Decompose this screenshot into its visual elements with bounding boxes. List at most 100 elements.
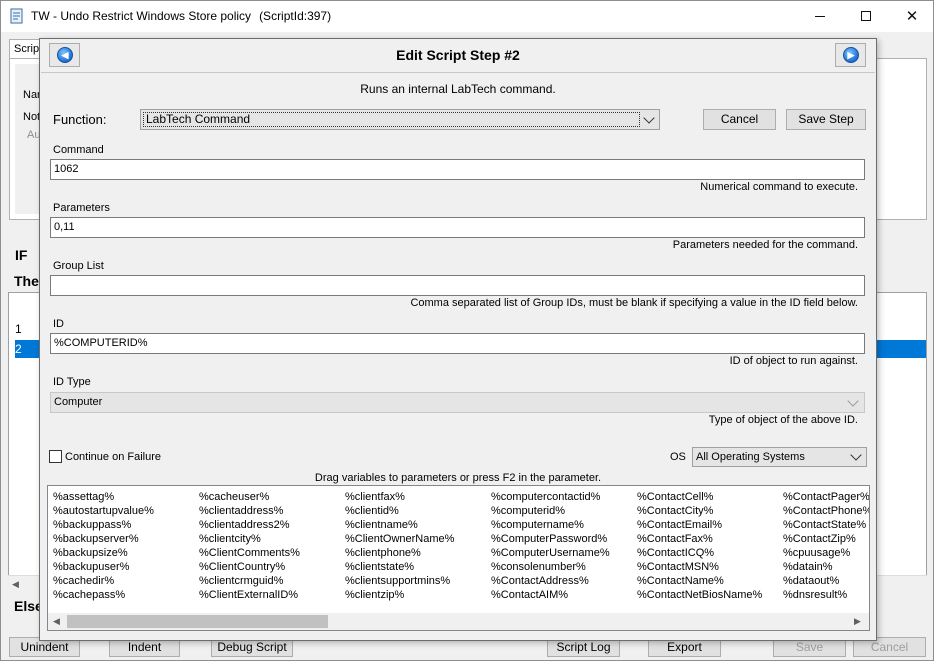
minimize-icon xyxy=(815,16,825,17)
edit-script-step-dialog: ◀ Edit Script Step #2 ▶ Runs an internal… xyxy=(39,38,877,641)
id-input[interactable]: %COMPUTERID% xyxy=(50,333,865,354)
variable-item[interactable]: %ContactZip% xyxy=(783,532,869,546)
step-row-1[interactable]: 1 xyxy=(15,322,22,336)
variable-item[interactable]: %ContactFax% xyxy=(637,532,762,546)
continue-on-failure-label: Continue on Failure xyxy=(65,451,162,463)
variable-item[interactable]: %ContactName% xyxy=(637,574,762,588)
continue-on-failure-checkbox[interactable] xyxy=(49,450,62,463)
close-icon: ✕ xyxy=(905,8,919,25)
variable-item[interactable]: %computername% xyxy=(491,518,610,532)
parameters-help: Parameters needed for the command. xyxy=(672,239,858,251)
variable-item[interactable]: %clientstate% xyxy=(345,560,454,574)
variable-item[interactable]: %ContactNetBiosName% xyxy=(637,588,762,602)
variable-item[interactable]: %autostartupvalue% xyxy=(53,504,154,518)
variable-item[interactable]: %backuppass% xyxy=(53,518,154,532)
variable-item[interactable]: %ClientOwnerName% xyxy=(345,532,454,546)
variable-item[interactable]: %ContactAddress% xyxy=(491,574,610,588)
command-help: Numerical command to execute. xyxy=(700,181,858,193)
variable-item[interactable]: %ComputerPassword% xyxy=(491,532,610,546)
close-button[interactable]: ✕ xyxy=(889,1,934,32)
variable-item[interactable]: %clientfax% xyxy=(345,490,454,504)
parameters-label: Parameters xyxy=(53,202,110,214)
variable-item[interactable]: %computercontactid% xyxy=(491,490,610,504)
scroll-left-icon[interactable]: ◀ xyxy=(53,616,60,627)
variable-item[interactable]: %cpuusage% xyxy=(783,546,869,560)
variable-item[interactable]: %backupserver% xyxy=(53,532,154,546)
parameters-input[interactable]: 0,11 xyxy=(50,217,865,238)
chevron-down-icon xyxy=(850,449,862,461)
variable-item[interactable]: %ClientExternalID% xyxy=(199,588,300,602)
id-type-help: Type of object of the above ID. xyxy=(708,414,858,426)
variable-item[interactable]: %clientid% xyxy=(345,504,454,518)
variable-item[interactable]: %cachepass% xyxy=(53,588,154,602)
command-input[interactable]: 1062 xyxy=(50,159,865,180)
variable-item[interactable]: %ClientComments% xyxy=(199,546,300,560)
id-type-label: ID Type xyxy=(53,376,91,388)
variable-item[interactable]: %backupuser% xyxy=(53,560,154,574)
previous-step-button[interactable]: ◀ xyxy=(49,43,80,67)
variable-item[interactable]: %clientcrmguid% xyxy=(199,574,300,588)
group-list-input[interactable] xyxy=(50,275,865,296)
id-label: ID xyxy=(53,318,64,330)
variable-item[interactable]: %clientphone% xyxy=(345,546,454,560)
variable-item[interactable]: %ContactCell% xyxy=(637,490,762,504)
outer-title-bar: TW - Undo Restrict Windows Store policy(… xyxy=(1,1,933,32)
variable-item[interactable]: %ClientCountry% xyxy=(199,560,300,574)
variable-item[interactable]: %computerid% xyxy=(491,504,610,518)
chevron-down-icon xyxy=(847,395,859,407)
variables-column-3: %clientfax% %clientid% %clientname% %Cli… xyxy=(345,490,454,602)
function-value: LabTech Command xyxy=(143,112,640,127)
variable-item[interactable]: %ContactICQ% xyxy=(637,546,762,560)
dialog-cancel-button[interactable]: Cancel xyxy=(703,109,776,130)
variable-item[interactable]: %ContactEmail% xyxy=(637,518,762,532)
step-row-2: 2 xyxy=(15,342,22,356)
variable-item[interactable]: %ContactCity% xyxy=(637,504,762,518)
variable-item[interactable]: %cacheuser% xyxy=(199,490,300,504)
variable-item[interactable]: %ContactPhone% xyxy=(783,504,869,518)
function-description: Runs an internal LabTech command. xyxy=(360,82,556,96)
os-dropdown[interactable]: All Operating Systems xyxy=(692,447,867,467)
variable-item[interactable]: %datain% xyxy=(783,560,869,574)
variable-item[interactable]: %clientaddress% xyxy=(199,504,300,518)
variable-item[interactable]: %cachedir% xyxy=(53,574,154,588)
variable-item[interactable]: %assettag% xyxy=(53,490,154,504)
id-type-value: Computer xyxy=(54,396,103,408)
variable-item[interactable]: %ContactAIM% xyxy=(491,588,610,602)
id-type-dropdown[interactable]: Computer xyxy=(50,392,865,413)
os-label: OS xyxy=(670,451,686,463)
variable-item[interactable]: %dataout% xyxy=(783,574,869,588)
scroll-left-icon[interactable]: ◀ xyxy=(12,579,19,590)
variable-item[interactable]: %clientcity% xyxy=(199,532,300,546)
save-step-button[interactable]: Save Step xyxy=(786,109,866,130)
group-list-label: Group List xyxy=(53,260,104,272)
scrollbar-thumb[interactable] xyxy=(67,615,328,628)
variable-item[interactable]: %ContactState% xyxy=(783,518,869,532)
function-dropdown[interactable]: LabTech Command xyxy=(140,109,660,130)
arrow-right-icon: ▶ xyxy=(843,47,859,63)
variable-item[interactable]: %ComputerUsername% xyxy=(491,546,610,560)
variables-column-4: %computercontactid% %computerid% %comput… xyxy=(491,490,610,602)
scroll-right-icon[interactable]: ▶ xyxy=(854,616,861,627)
variable-item[interactable]: %backupsize% xyxy=(53,546,154,560)
variable-item[interactable]: %clientaddress2% xyxy=(199,518,300,532)
chevron-down-icon xyxy=(643,112,655,124)
then-section-label: The xyxy=(14,273,39,289)
os-value: All Operating Systems xyxy=(696,451,805,463)
function-label: Function: xyxy=(53,112,107,127)
variable-item[interactable]: %clientsupportmins% xyxy=(345,574,454,588)
next-step-button[interactable]: ▶ xyxy=(835,43,866,67)
variables-list[interactable]: %assettag% %autostartupvalue% %backuppas… xyxy=(47,485,870,631)
minimize-button[interactable] xyxy=(797,1,843,32)
script-icon xyxy=(10,8,23,24)
maximize-button[interactable] xyxy=(843,1,889,32)
variable-item[interactable]: %dnsresult% xyxy=(783,588,869,602)
variables-scrollbar[interactable]: ◀ ▶ xyxy=(48,613,869,630)
variable-item[interactable]: %ContactPager% xyxy=(783,490,869,504)
drag-variables-hint: Drag variables to parameters or press F2… xyxy=(314,472,602,484)
variable-item[interactable]: %clientname% xyxy=(345,518,454,532)
variable-item[interactable]: %clientzip% xyxy=(345,588,454,602)
variable-item[interactable]: %ContactMSN% xyxy=(637,560,762,574)
id-help: ID of object to run against. xyxy=(729,355,858,367)
title-divider xyxy=(41,72,875,73)
variable-item[interactable]: %consolenumber% xyxy=(491,560,610,574)
